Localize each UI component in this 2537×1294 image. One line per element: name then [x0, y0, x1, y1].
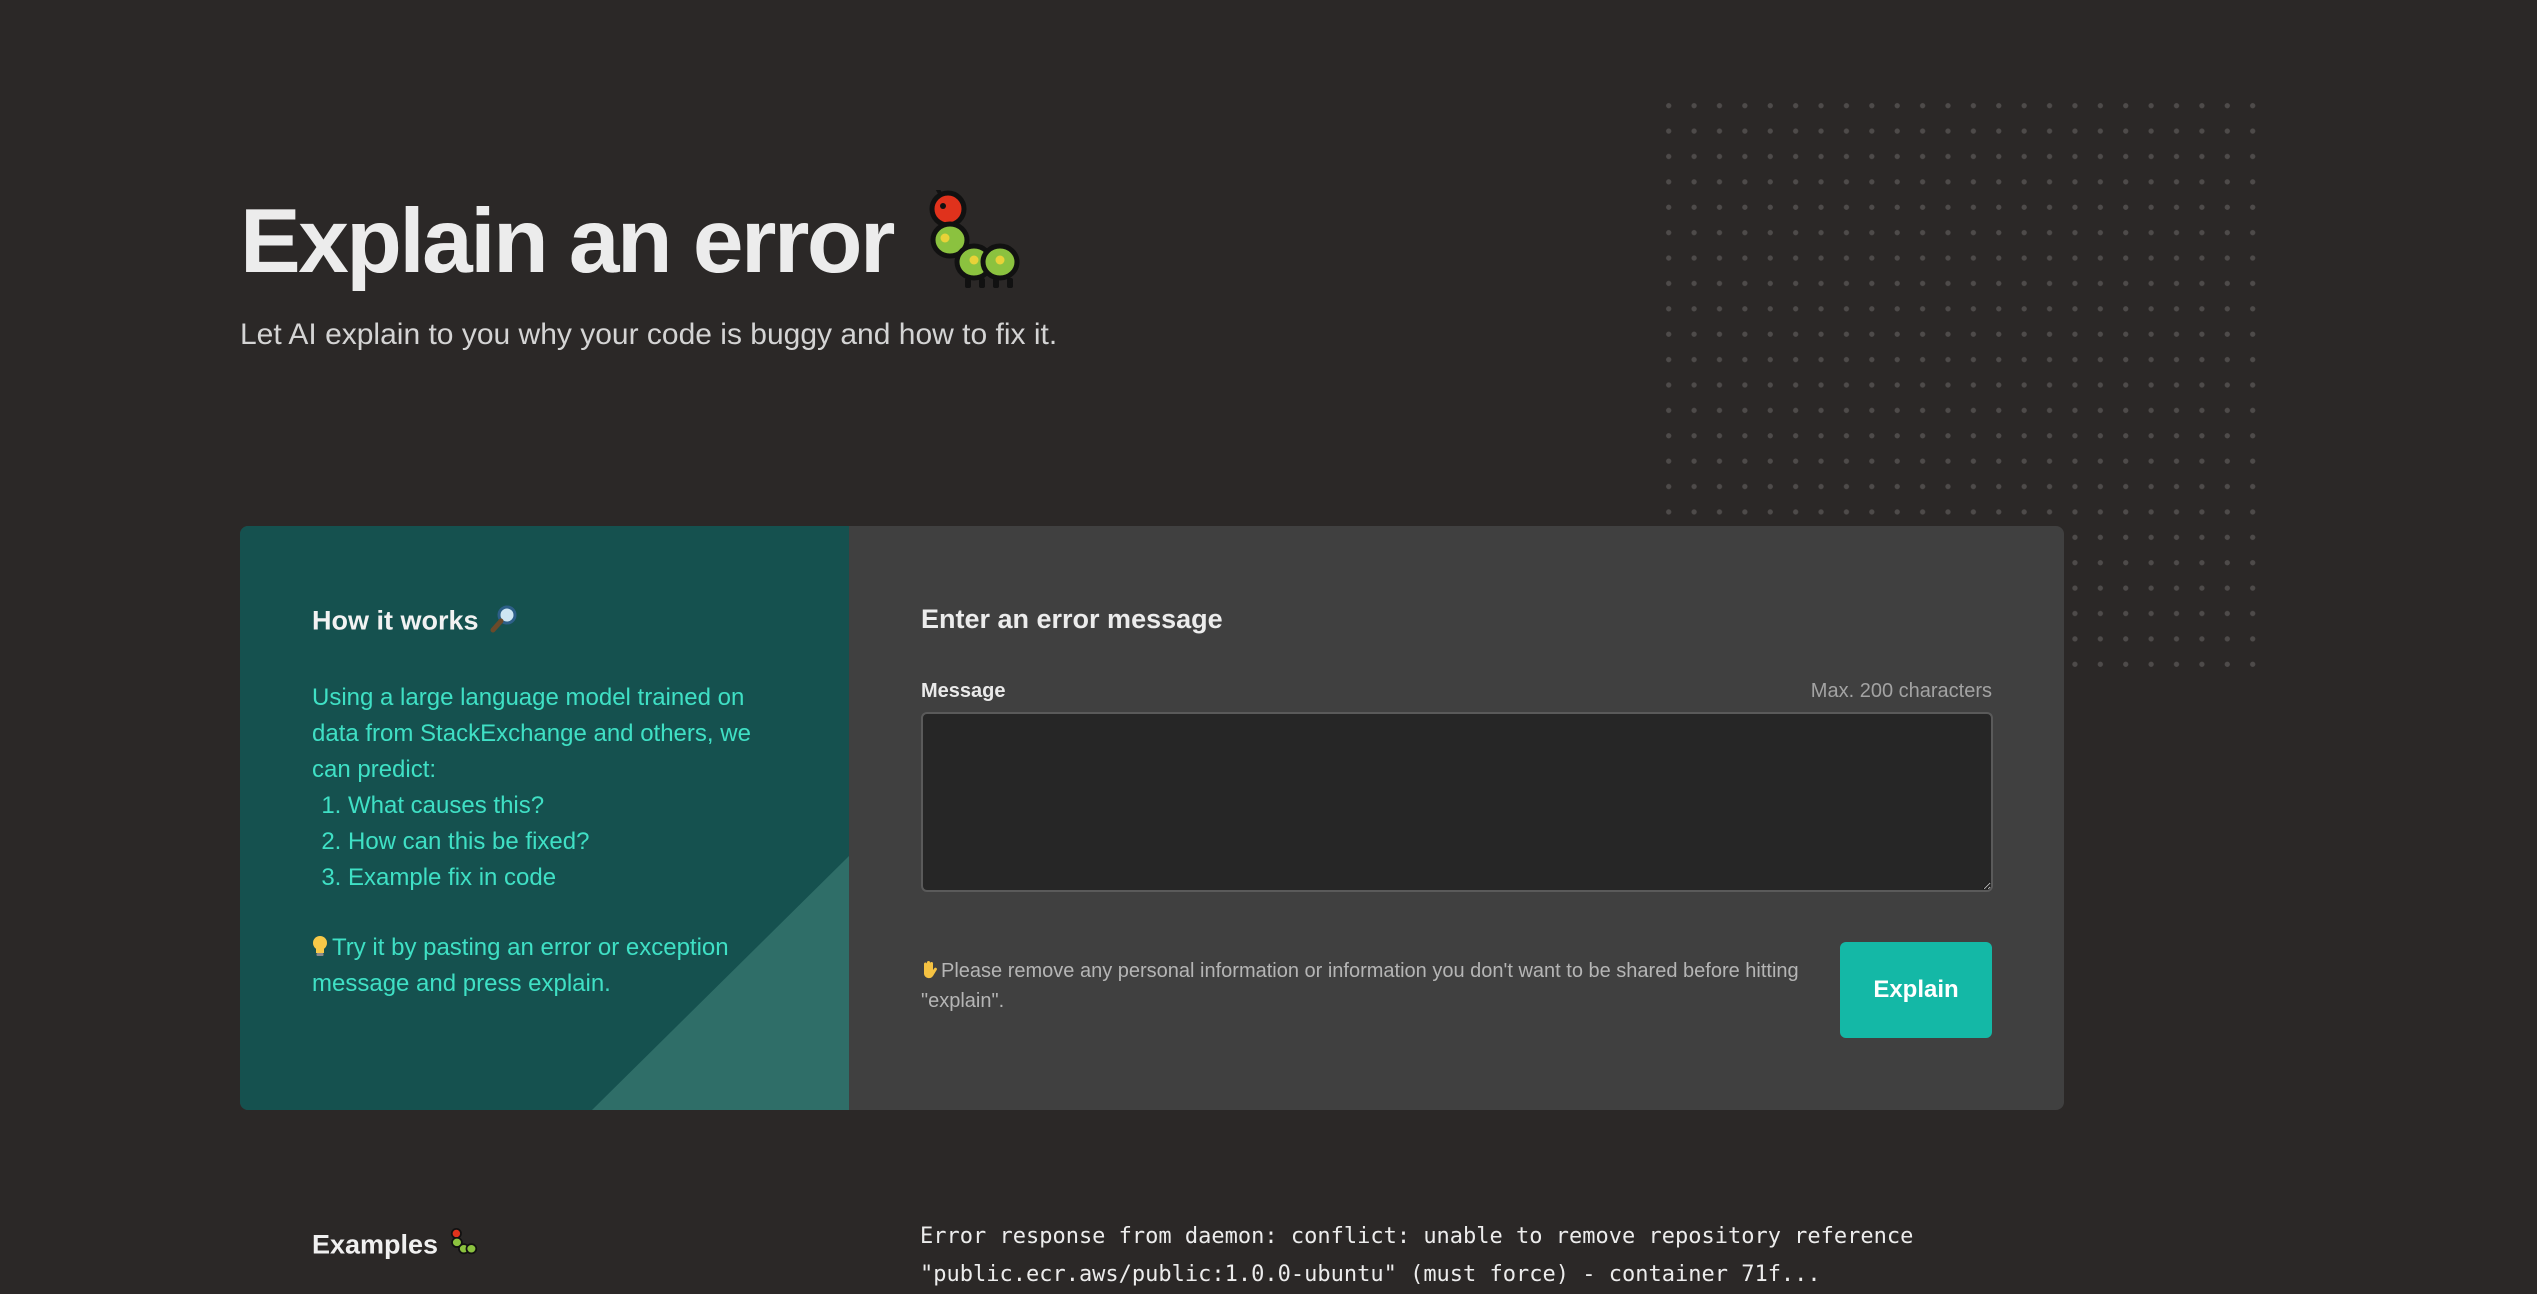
how-it-works-step: How can this be fixed?	[348, 824, 772, 860]
form-title: Enter an error message	[921, 604, 1223, 634]
message-max-characters: Max. 200 characters	[1810, 680, 1992, 702]
caterpillar-icon	[448, 1228, 478, 1265]
how-it-works-tip: Try it by pasting an error or exception …	[312, 930, 772, 1002]
how-it-works-title: How it works	[312, 604, 519, 641]
example-line-2: "public.ecr.aws/public:1.0.0-ubuntu" (mu…	[920, 1262, 1821, 1287]
magnifier-icon	[489, 604, 519, 641]
raised-hand-icon	[921, 959, 937, 979]
page-title: Explain an error	[240, 178, 1021, 328]
page-subtitle: Let AI explain to you why your code is b…	[240, 318, 1058, 351]
light-bulb-icon	[312, 932, 328, 956]
how-it-works-description: Using a large language model trained on …	[312, 680, 772, 896]
how-it-works-step: Example fix in code	[348, 860, 772, 896]
how-it-works-title-text: How it works	[312, 605, 479, 636]
examples-title: Examples	[312, 1228, 478, 1265]
tip-text: Try it by pasting an error or exception …	[312, 934, 729, 997]
privacy-notice-text: Please remove any personal information o…	[921, 960, 1799, 1012]
error-form-panel: Enter an error message Message Max. 200 …	[849, 526, 2064, 1110]
how-it-works-step: What causes this?	[348, 788, 772, 824]
example-line-1: Error response from daemon: conflict: un…	[920, 1224, 1914, 1249]
how-it-works-intro: Using a large language model trained on …	[312, 684, 751, 783]
example-error-message[interactable]: Error response from daemon: conflict: un…	[920, 1218, 1913, 1294]
privacy-notice: Please remove any personal information o…	[921, 956, 1821, 1016]
how-it-works-panel: How it works Using a large language mode…	[240, 526, 849, 1110]
explain-card: How it works Using a large language mode…	[240, 526, 2064, 1110]
page-title-text: Explain an error	[240, 191, 895, 292]
message-textarea[interactable]	[921, 712, 1993, 892]
explain-button[interactable]: Explain	[1840, 942, 1992, 1038]
message-label: Message	[921, 680, 1006, 702]
how-it-works-steps: What causes this? How can this be fixed?…	[312, 788, 772, 896]
caterpillar-icon	[921, 187, 1021, 328]
examples-title-text: Examples	[312, 1229, 439, 1260]
